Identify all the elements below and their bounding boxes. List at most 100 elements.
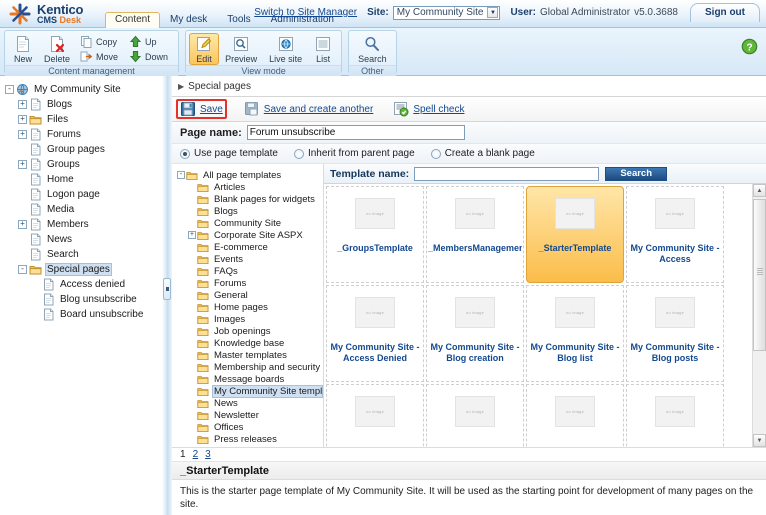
content-tree-node-my-community-site[interactable]: - My Community Site: [4, 82, 161, 97]
collapse-icon[interactable]: -: [176, 171, 186, 179]
content-tree-node-search[interactable]: Search: [4, 247, 161, 262]
template-category-all-page-templates[interactable]: - All page templates: [176, 169, 323, 181]
content-tree-node-group-pages[interactable]: Group pages: [4, 142, 161, 157]
copy-button[interactable]: Copy: [77, 34, 121, 49]
template-category-e-commerce[interactable]: E-commerce: [176, 241, 323, 253]
expand-icon[interactable]: +: [187, 231, 197, 239]
content-tree-node-forums[interactable]: + Forums: [4, 127, 161, 142]
tab-my-desk[interactable]: My desk: [160, 12, 217, 28]
content-tree-node-blog-unsubscribe[interactable]: Blog unsubscribe: [4, 292, 161, 307]
template-card[interactable]: no image _GroupsTemplate: [326, 186, 424, 283]
chevron-down-icon[interactable]: ▼: [487, 7, 499, 18]
search-button[interactable]: Search: [352, 33, 393, 65]
template-category-blank-pages-for-widgets[interactable]: Blank pages for widgets: [176, 193, 323, 205]
splitter-grip[interactable]: [163, 278, 171, 300]
content-tree[interactable]: - My Community Site + Blogs + Files + Forums Gro…: [4, 82, 161, 322]
radio-create-blank-page-indicator[interactable]: [430, 148, 441, 159]
move-button[interactable]: Move: [77, 49, 121, 64]
template-gallery[interactable]: no image _GroupsTemplate no image _MembersM…: [324, 184, 752, 447]
template-category-message-boards[interactable]: Message boards: [176, 373, 323, 385]
template-card[interactable]: no image My Community Site - Access: [626, 186, 724, 283]
page-name-input[interactable]: [246, 125, 465, 140]
tab-content[interactable]: Content: [105, 12, 161, 28]
pager-page-3[interactable]: 3: [205, 449, 211, 460]
template-category-press-releases[interactable]: Press releases: [176, 433, 323, 445]
content-tree-node-access-denied[interactable]: Access denied: [4, 277, 161, 292]
template-category-corporate-site-aspx[interactable]: + Corporate Site ASPX: [176, 229, 323, 241]
radio-use-page-template-indicator[interactable]: [180, 148, 190, 159]
template-category-products[interactable]: Products: [176, 445, 323, 448]
content-tree-node-special-pages[interactable]: - Special pages: [4, 262, 161, 277]
edit-button[interactable]: Edit: [189, 33, 220, 65]
radio-use-page-template[interactable]: Use page template: [180, 148, 278, 159]
template-card[interactable]: no image My Community Site - Access Denie…: [326, 285, 424, 382]
scroll-up-button[interactable]: ▲: [753, 184, 766, 197]
template-card[interactable]: no image: [526, 384, 624, 447]
down-button[interactable]: Down: [126, 49, 171, 64]
expand-icon[interactable]: +: [17, 219, 28, 230]
sign-out-button[interactable]: Sign out: [690, 3, 760, 22]
save-and-create-another-button[interactable]: Save and create another: [241, 99, 377, 119]
list-button[interactable]: List: [308, 33, 338, 65]
content-tree-node-media[interactable]: Media: [4, 202, 161, 217]
switch-to-site-manager-link[interactable]: Switch to Site Manager: [254, 7, 357, 18]
template-category-master-templates[interactable]: Master templates: [176, 349, 323, 361]
template-card[interactable]: no image: [626, 384, 724, 447]
template-category-blogs[interactable]: Blogs: [176, 205, 323, 217]
template-category-offices[interactable]: Offices: [176, 421, 323, 433]
template-category-job-openings[interactable]: Job openings: [176, 325, 323, 337]
panel-splitter[interactable]: [162, 76, 172, 515]
template-category-home-pages[interactable]: Home pages: [176, 301, 323, 313]
new-button[interactable]: New: [8, 33, 38, 65]
help-icon[interactable]: ?: [741, 38, 758, 58]
template-category-general[interactable]: General: [176, 289, 323, 301]
up-button[interactable]: Up: [126, 34, 171, 49]
template-category-news[interactable]: News: [176, 397, 323, 409]
template-category-images[interactable]: Images: [176, 313, 323, 325]
content-tree-node-blogs[interactable]: + Blogs: [4, 97, 161, 112]
template-search-button[interactable]: Search: [605, 166, 668, 181]
spell-check-button[interactable]: Spell check: [390, 99, 467, 119]
live-site-button[interactable]: Live site: [263, 33, 308, 65]
collapse-icon[interactable]: -: [4, 84, 15, 95]
content-tree-node-board-unsubscribe[interactable]: Board unsubscribe: [4, 307, 161, 322]
expand-icon[interactable]: +: [17, 129, 28, 140]
expand-icon[interactable]: +: [17, 114, 28, 125]
content-tree-node-news[interactable]: News: [4, 232, 161, 247]
template-category-knowledge-base[interactable]: Knowledge base: [176, 337, 323, 349]
template-card[interactable]: no image: [426, 384, 524, 447]
content-tree-node-home[interactable]: Home: [4, 172, 161, 187]
template-name-input[interactable]: [414, 166, 600, 181]
template-category-events[interactable]: Events: [176, 253, 323, 265]
template-card[interactable]: no image _MembersManagemen: [426, 186, 524, 283]
template-category-articles[interactable]: Articles: [176, 181, 323, 193]
radio-inherit-from-parent-indicator[interactable]: [293, 148, 304, 159]
radio-inherit-from-parent[interactable]: Inherit from parent page: [293, 148, 415, 159]
preview-button[interactable]: Preview: [219, 33, 263, 65]
gallery-scrollbar[interactable]: ▲ ▼: [752, 184, 766, 447]
template-category-tree[interactable]: - All page templates Articles Blank pages f…: [172, 164, 324, 447]
template-card[interactable]: no image My Community Site - Blog creatio…: [426, 285, 524, 382]
gallery-scroll-thumb[interactable]: [753, 199, 766, 351]
template-category-newsletter[interactable]: Newsletter: [176, 409, 323, 421]
content-tree-node-files[interactable]: + Files: [4, 112, 161, 127]
scroll-down-button[interactable]: ▼: [753, 434, 766, 447]
template-category-faqs[interactable]: FAQs: [176, 265, 323, 277]
expand-icon[interactable]: +: [17, 159, 28, 170]
collapse-icon[interactable]: -: [17, 264, 28, 275]
delete-button[interactable]: Delete: [38, 33, 76, 65]
template-category-forums[interactable]: Forums: [176, 277, 323, 289]
content-tree-node-groups[interactable]: + Groups: [4, 157, 161, 172]
radio-create-blank-page[interactable]: Create a blank page: [430, 148, 535, 159]
content-tree-node-members[interactable]: + Members: [4, 217, 161, 232]
template-card[interactable]: no image My Community Site - Blog list: [526, 285, 624, 382]
template-category-my-community-site-templates[interactable]: My Community Site templates: [176, 384, 323, 398]
save-button[interactable]: Save: [176, 99, 227, 119]
site-select[interactable]: My Community Site ▼: [392, 5, 501, 20]
pager-page-2[interactable]: 2: [193, 449, 199, 460]
template-category-membership-and-security[interactable]: Membership and security: [176, 361, 323, 373]
template-card[interactable]: no image _StarterTemplate: [526, 186, 624, 283]
template-card[interactable]: no image: [326, 384, 424, 447]
template-card[interactable]: no image My Community Site - Blog posts: [626, 285, 724, 382]
content-tree-node-logon-page[interactable]: Logon page: [4, 187, 161, 202]
